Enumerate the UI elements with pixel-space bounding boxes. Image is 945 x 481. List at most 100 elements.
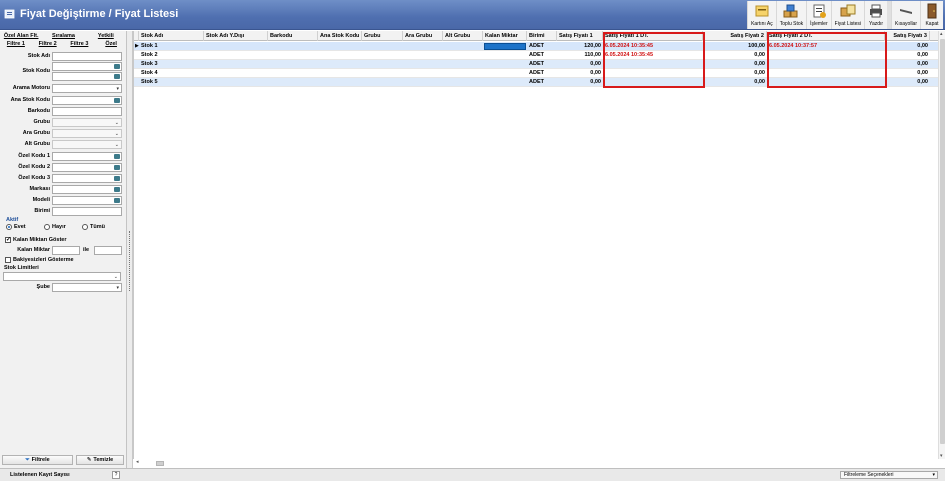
col-header-satis-fiyati-1[interactable]: Satış Fiyatı 1	[557, 31, 603, 41]
operations-button[interactable]: İşlemler	[806, 1, 831, 29]
tab-custom[interactable]: Özel	[95, 40, 127, 48]
aktif-tumu-label: Tümü	[90, 224, 105, 230]
tab-filter-1[interactable]: Filtre 1	[0, 40, 32, 48]
lookup-icon[interactable]	[114, 98, 120, 103]
col-header-barkodu[interactable]: Barkodu	[268, 31, 318, 41]
aktif-radio-tumu[interactable]: Tümü	[82, 224, 105, 230]
cell-stok-adi[interactable]: Stok 4	[139, 69, 204, 78]
aktif-radio-evet[interactable]: Evet	[6, 224, 26, 230]
filter-button[interactable]: ⏷ Filtrele	[2, 455, 73, 465]
filter-options-dropdown[interactable]: Filtreleme Seçenekleri ▾	[840, 471, 938, 479]
col-header-stok-adi-ydisi[interactable]: Stok Adı Y.Dışı	[204, 31, 268, 41]
ana-stok-kodu-input[interactable]	[52, 96, 122, 105]
shortcuts-button[interactable]: Kısayollar	[891, 1, 920, 29]
vertical-scroll-thumb[interactable]	[940, 39, 945, 444]
ozel-kodu-3-input[interactable]	[52, 174, 122, 183]
bulk-stock-button[interactable]: Toplu Stok	[775, 1, 807, 29]
cell-satis-fiyati-2[interactable]: 0,00	[703, 78, 767, 87]
lookup-icon[interactable]	[114, 74, 120, 79]
tab-sorting[interactable]: Sıralama	[42, 32, 84, 40]
cell-satis-fiyati-3[interactable]: 0,00	[885, 42, 930, 51]
splitter-grip[interactable]	[129, 231, 130, 291]
kalan-miktar-min-input[interactable]	[52, 246, 80, 255]
col-header-ana-stok-kodu[interactable]: Ana Stok Kodu	[318, 31, 362, 41]
cell-satis-fiyati-1[interactable]: 0,00	[557, 78, 603, 87]
cell-satis-fiyati-2[interactable]: 100,00	[703, 42, 767, 51]
alt-grubu-select[interactable]: ⌄	[52, 140, 122, 149]
vertical-scrollbar[interactable]: ▴ ▾	[938, 31, 945, 459]
scroll-up-icon[interactable]: ▴	[940, 31, 943, 37]
cell-birimi[interactable]: ADET	[527, 51, 557, 60]
markasi-input[interactable]	[52, 185, 122, 194]
horizontal-scroll-thumb[interactable]	[156, 461, 164, 466]
cell-satis-fiyati-3[interactable]: 0,00	[885, 69, 930, 78]
aktif-radio-hayir[interactable]: Hayır	[44, 224, 66, 230]
cell-satis-fiyati-2[interactable]: 0,00	[703, 51, 767, 60]
cell-satis-fiyati-1[interactable]: 0,00	[557, 60, 603, 69]
stok-adi-input[interactable]	[52, 52, 122, 61]
col-header-satis-fiyati-3[interactable]: Satış Fiyatı 3	[885, 31, 930, 41]
tab-custom-field-filter[interactable]: Özel Alan Flt.	[0, 32, 42, 40]
cell-birimi[interactable]: ADET	[527, 69, 557, 78]
cell-birimi[interactable]: ADET	[527, 42, 557, 51]
ara-grubu-select[interactable]: ⌄	[52, 129, 122, 138]
scroll-down-icon[interactable]: ▾	[940, 453, 943, 459]
stok-kodu-input-1[interactable]	[52, 62, 122, 71]
ozel-kodu-1-input[interactable]	[52, 152, 122, 161]
lookup-icon[interactable]	[114, 198, 120, 203]
ozel-kodu-2-input[interactable]	[52, 163, 122, 172]
col-header-kalan-miktar[interactable]: Kalan Miktar	[483, 31, 527, 41]
lookup-icon[interactable]	[114, 187, 120, 192]
col-header-stok-adi[interactable]: Stok Adı	[139, 31, 204, 41]
cell-birimi[interactable]: ADET	[527, 78, 557, 87]
barkodu-input[interactable]	[52, 107, 122, 116]
help-button[interactable]: ?	[112, 471, 120, 479]
close-button[interactable]: Kapat	[920, 1, 943, 29]
kalan-miktar-max-input[interactable]	[94, 246, 122, 255]
stok-kodu-input-2[interactable]	[52, 72, 122, 81]
cell-satis-fiyati-3[interactable]: 0,00	[885, 78, 930, 87]
cell-satis-fiyati-3[interactable]: 0,00	[885, 51, 930, 60]
cell-satis-fiyati-1[interactable]: 110,00	[557, 51, 603, 60]
birimi-label: Birimi	[34, 208, 50, 214]
title-bar: Fiyat Değiştirme / Fiyat Listesi Kartını…	[0, 0, 945, 30]
sube-select[interactable]: ▾	[52, 283, 122, 292]
cell-satis-fiyati-2[interactable]: 0,00	[703, 69, 767, 78]
lookup-icon[interactable]	[114, 176, 120, 181]
lookup-icon[interactable]	[114, 154, 120, 159]
tab-filter-2[interactable]: Filtre 2	[32, 40, 64, 48]
cell-birimi[interactable]: ADET	[527, 60, 557, 69]
col-header-birimi[interactable]: Birimi	[527, 31, 557, 41]
col-header-alt-grubu[interactable]: Alt Grubu	[443, 31, 483, 41]
horizontal-scrollbar[interactable]: ◂	[134, 459, 938, 467]
grubu-select[interactable]: ⌄	[52, 118, 122, 127]
tab-authorized[interactable]: Yetkili	[85, 32, 127, 40]
birimi-input[interactable]	[52, 207, 122, 216]
lookup-icon[interactable]	[114, 64, 120, 69]
cell-satis-fiyati-3[interactable]: 0,00	[885, 60, 930, 69]
print-button[interactable]: Yazdır	[864, 1, 888, 29]
kalan-miktari-goster-checkbox[interactable]: ✓ Kalan Miktarı Göster	[5, 237, 67, 243]
arama-motoru-select[interactable]: ▾	[52, 84, 122, 93]
cell-stok-adi[interactable]: Stok 3	[139, 60, 204, 69]
scroll-left-icon[interactable]: ◂	[136, 459, 139, 465]
cell-stok-adi[interactable]: Stok 2	[139, 51, 204, 60]
cell-satis-fiyati-1[interactable]: 0,00	[557, 69, 603, 78]
stok-limitleri-select[interactable]: ⌄	[3, 272, 121, 281]
bakiyesizleri-gosterme-checkbox[interactable]: Bakiyesizleri Gösterme	[5, 257, 74, 263]
tab-filter-3[interactable]: Filtre 3	[64, 40, 96, 48]
card-open-button[interactable]: Kartını Aç	[747, 1, 776, 29]
cell-satis-fiyati-1[interactable]: 120,00	[557, 42, 603, 51]
col-header-ara-grubu[interactable]: Ara Grubu	[403, 31, 443, 41]
lookup-icon[interactable]	[114, 165, 120, 170]
chevron-down-icon: ⌄	[114, 142, 119, 148]
cell-kalan-miktar-selected[interactable]	[484, 43, 526, 50]
price-list-button[interactable]: Fiyat Listesi	[830, 1, 865, 29]
cell-stok-adi[interactable]: Stok 5	[139, 78, 204, 87]
cell-stok-adi[interactable]: Stok 1	[139, 42, 204, 51]
cell-satis-fiyati-2[interactable]: 0,00	[703, 60, 767, 69]
col-header-grubu[interactable]: Grubu	[362, 31, 403, 41]
clear-button[interactable]: ✎ Temizle	[76, 455, 124, 465]
col-header-satis-fiyati-2[interactable]: Satış Fiyatı 2	[703, 31, 767, 41]
modeli-input[interactable]	[52, 196, 122, 205]
